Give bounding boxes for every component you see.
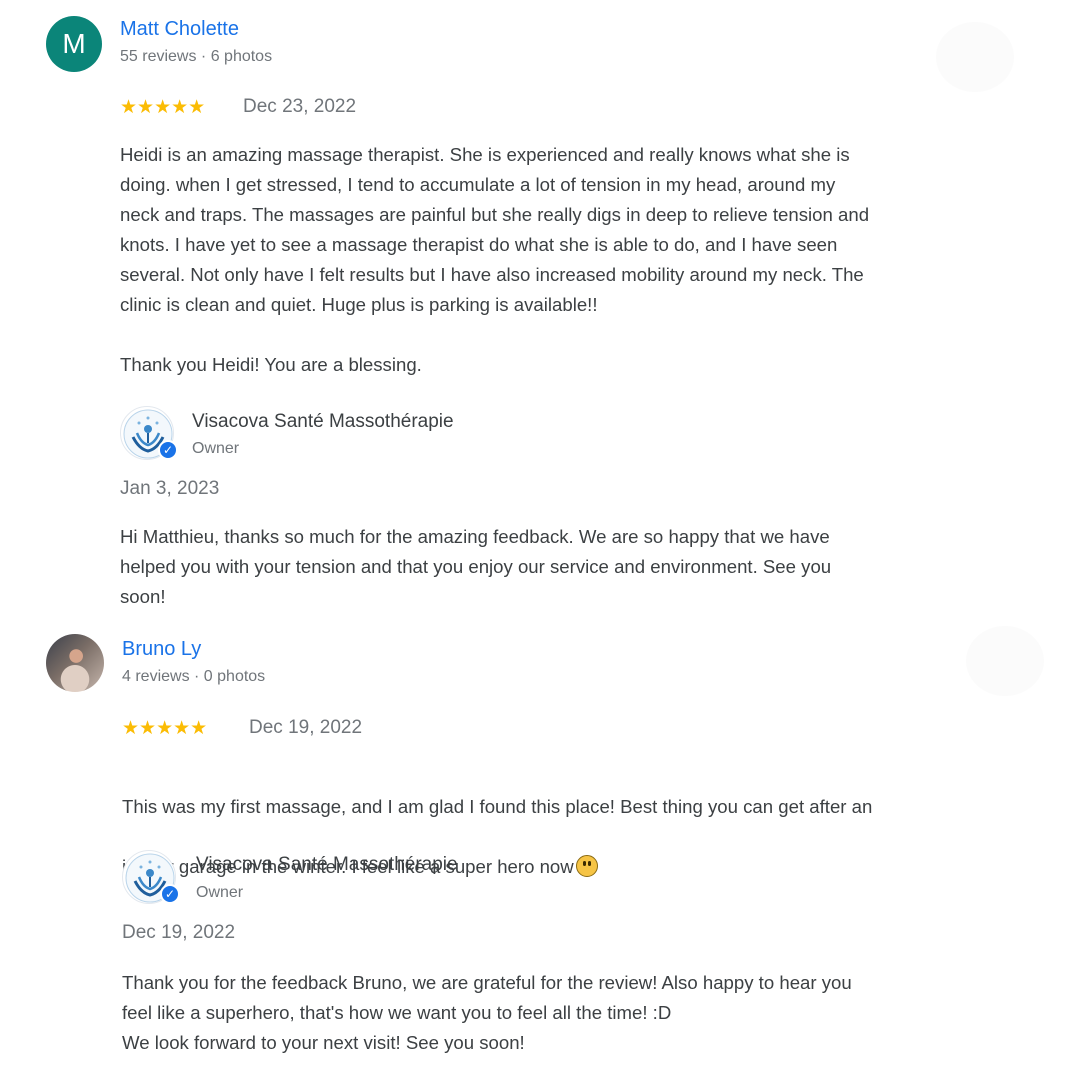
- owner-response-text: Thank you for the feedback Bruno, we are…: [122, 972, 852, 1053]
- star-rating: ★★★★★: [120, 97, 206, 118]
- reviewer-avatar[interactable]: [46, 634, 104, 692]
- review-date: Dec 23, 2022: [243, 96, 357, 117]
- review-text-line: This was my first massage, and I am glad…: [122, 796, 873, 817]
- review-text: This was my first massage, and I am glad…: [122, 762, 1062, 912]
- verified-badge-icon: ✓: [160, 884, 180, 904]
- owner-response-text: Hi Matthieu, thanks so much for the amaz…: [120, 526, 832, 607]
- review-card: M Matt Cholette 55 reviews · 6 photos ★★…: [0, 0, 1080, 620]
- owner-name[interactable]: Visacova Santé Massothérapie: [196, 854, 458, 876]
- verified-badge-icon: ✓: [158, 440, 178, 460]
- owner-role: Owner: [192, 440, 240, 457]
- smiley-emoji-icon: [575, 855, 598, 877]
- reviewer-meta: 4 reviews · 0 photos: [122, 668, 266, 685]
- reviewer-meta: 55 reviews · 6 photos: [120, 48, 273, 65]
- response-date: Jan 3, 2023: [120, 478, 220, 499]
- more-options-button[interactable]: [966, 626, 1044, 696]
- more-options-button[interactable]: [936, 22, 1014, 92]
- reviewer-name[interactable]: Matt Cholette: [120, 18, 239, 41]
- review-text: Heidi is an amazing massage therapist. S…: [120, 144, 870, 375]
- star-rating: ★★★★★: [122, 718, 208, 739]
- review-card: Bruno Ly 4 reviews · 0 photos ★★★★★ Dec …: [0, 620, 1080, 1080]
- response-date: Dec 19, 2022: [122, 922, 236, 943]
- avatar-letter: M: [62, 28, 86, 59]
- review-date: Dec 19, 2022: [249, 717, 363, 738]
- reviewer-name[interactable]: Bruno Ly: [122, 638, 201, 661]
- owner-name[interactable]: Visacova Santé Massothérapie: [192, 411, 454, 433]
- reviewer-avatar[interactable]: M: [46, 16, 102, 72]
- owner-role: Owner: [196, 884, 244, 901]
